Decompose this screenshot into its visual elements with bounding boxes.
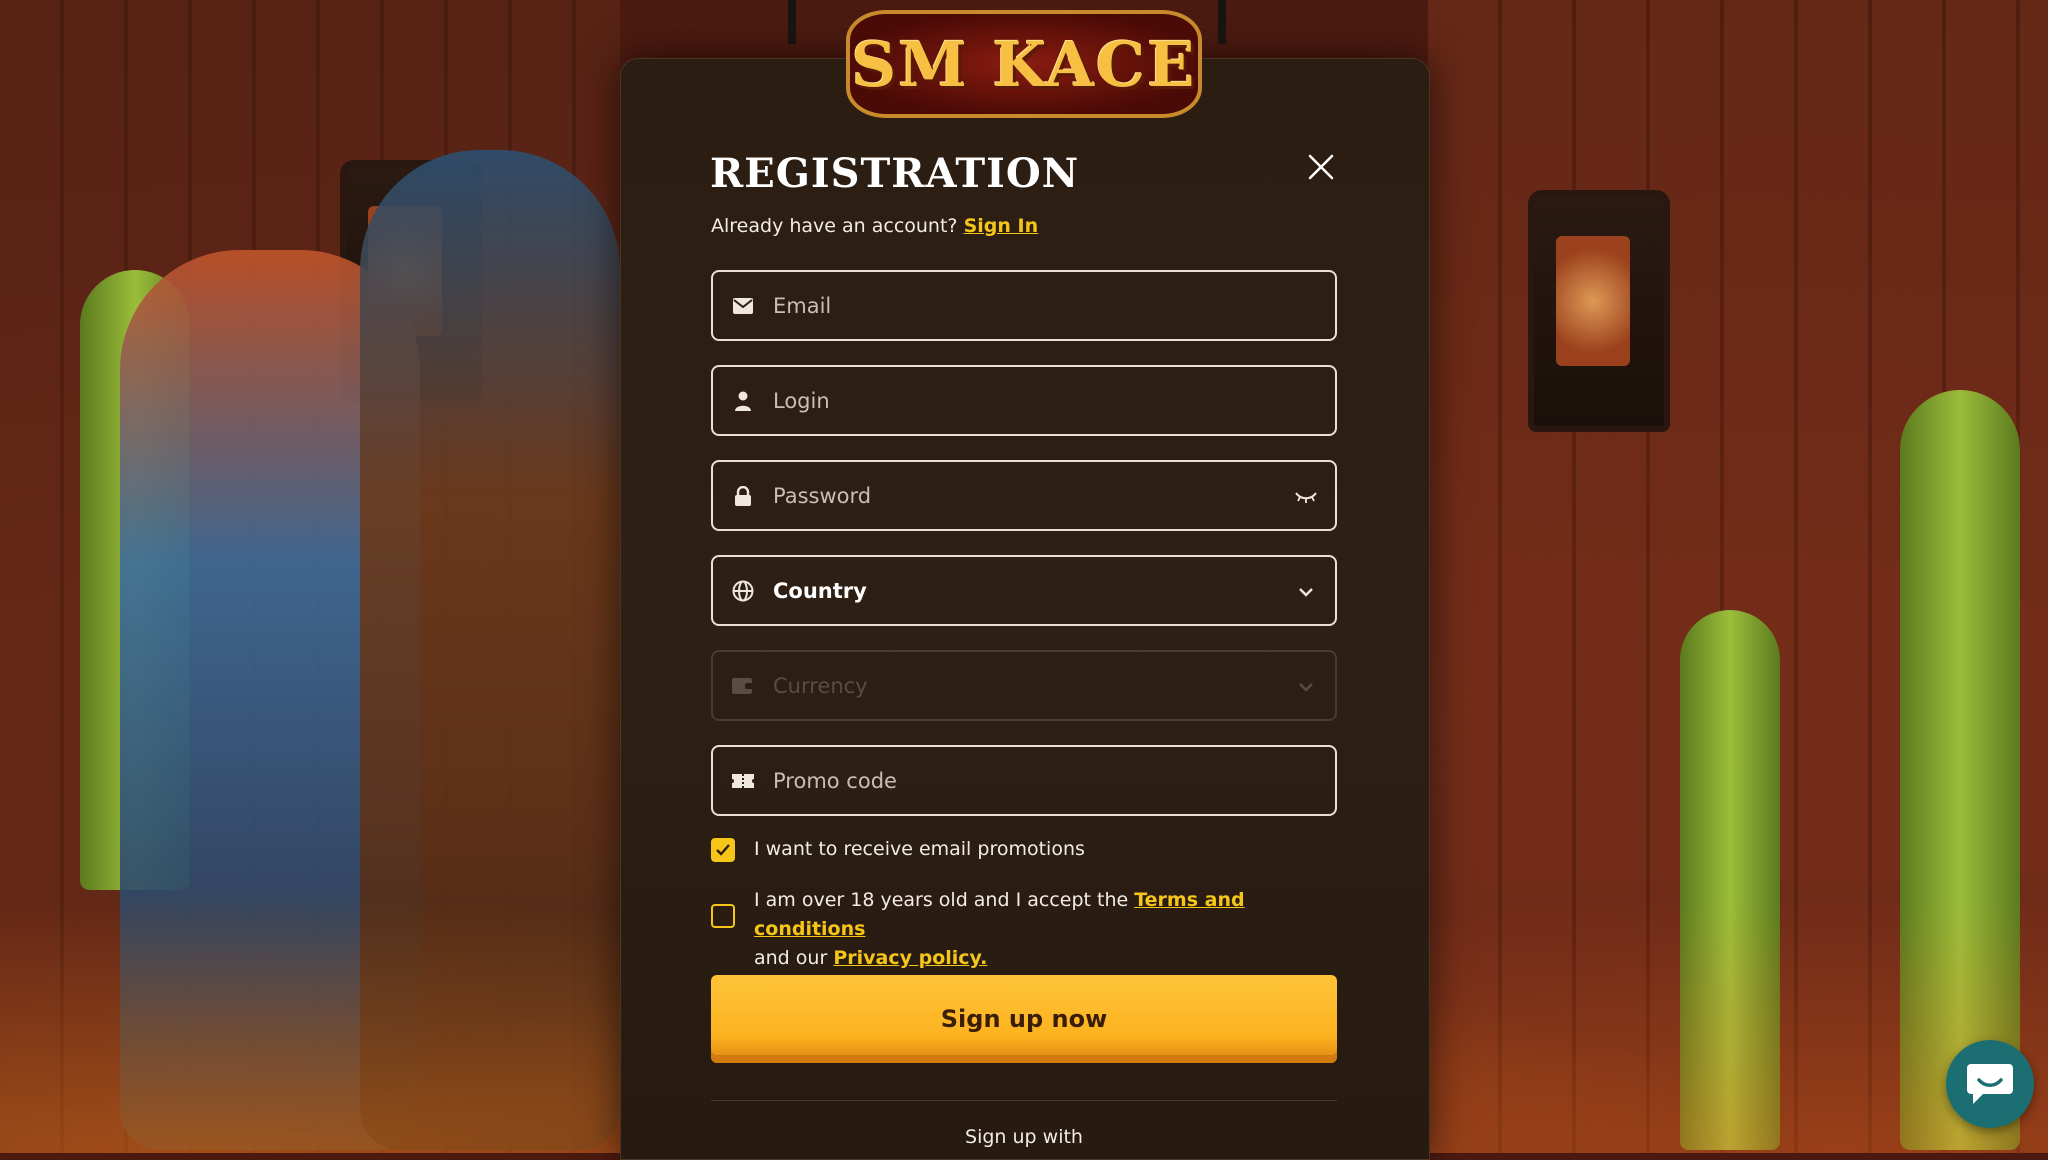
email-field[interactable]: Email (711, 270, 1337, 341)
promotions-label: I want to receive email promotions (754, 838, 1085, 860)
login-placeholder: Login (773, 388, 830, 413)
close-button[interactable] (1304, 150, 1338, 184)
chat-button[interactable] (1946, 1040, 2034, 1128)
terms-text-before: I am over 18 years old and I accept the (754, 889, 1129, 911)
signup-with-label: Sign up with (965, 1126, 1083, 1148)
brand-logo: SM KACE (846, 10, 1202, 118)
terms-label: I am over 18 years old and I accept the … (754, 886, 1334, 973)
logo-chain-left (788, 0, 796, 44)
signup-button[interactable]: Sign up now (711, 975, 1337, 1063)
brand-logo-text: SM KACE (851, 27, 1197, 101)
lantern-right-decoration (1528, 190, 1670, 432)
email-placeholder: Email (773, 293, 832, 318)
page-title: REGISTRATION (710, 150, 1080, 197)
logo-chain-right (1218, 0, 1226, 44)
lock-icon (731, 484, 755, 508)
envelope-icon (731, 294, 755, 318)
currency-placeholder: Currency (773, 673, 868, 698)
promo-code-field[interactable]: Promo code (711, 745, 1337, 816)
signin-link[interactable]: Sign In (964, 215, 1039, 237)
promotions-checkbox[interactable] (711, 838, 735, 862)
chevron-down-icon (1293, 674, 1319, 700)
signin-prompt-text: Already have an account? (711, 215, 958, 237)
wallet-icon (731, 674, 755, 698)
close-icon (1308, 154, 1334, 180)
terms-text-middle: and our (754, 947, 828, 969)
login-field[interactable]: Login (711, 365, 1337, 436)
checkmark-icon (716, 844, 730, 856)
privacy-link[interactable]: Privacy policy. (833, 947, 987, 969)
chat-bubble-icon (1967, 1064, 2013, 1104)
password-placeholder: Password (773, 483, 872, 508)
country-value: Country (773, 578, 867, 603)
country-select[interactable]: Country (711, 555, 1337, 626)
ticket-icon (731, 769, 755, 793)
password-field[interactable]: Password (711, 460, 1337, 531)
terms-checkbox-row: I am over 18 years old and I accept the … (711, 886, 1334, 973)
chevron-down-icon (1293, 579, 1319, 605)
divider (711, 1100, 1337, 1101)
user-icon (731, 389, 755, 413)
globe-icon (731, 579, 755, 603)
promotions-checkbox-row: I want to receive email promotions (711, 838, 1085, 864)
eye-closed-icon[interactable] (1293, 484, 1319, 510)
promo-code-placeholder: Promo code (773, 768, 897, 793)
signin-prompt: Already have an account? Sign In (711, 215, 1038, 237)
currency-select: Currency (711, 650, 1337, 721)
terms-checkbox[interactable] (711, 904, 735, 928)
